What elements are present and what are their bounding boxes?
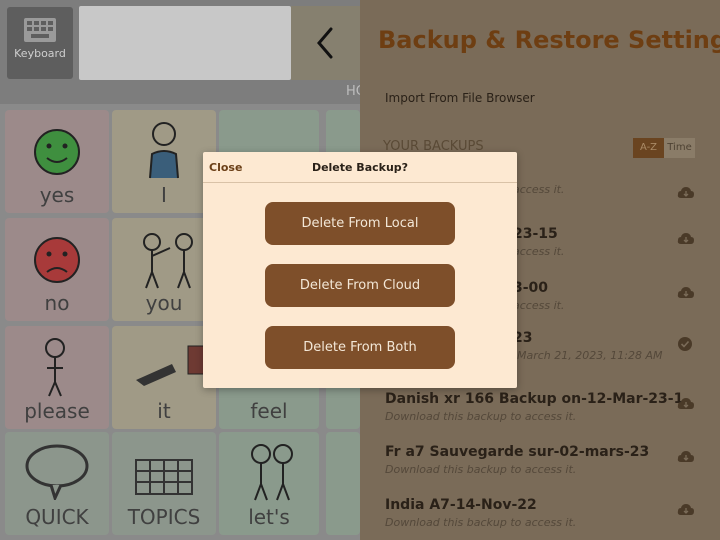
- cell-label: feel: [250, 399, 288, 423]
- hand-pointing-icon: [136, 345, 211, 386]
- cell-label: I: [161, 183, 167, 207]
- topics-grid-icon: [135, 459, 193, 495]
- backup-item[interactable]: Fr a7 Sauvegarde sur-02-mars-23 Download…: [385, 444, 705, 494]
- cell-lets[interactable]: let's: [219, 432, 319, 535]
- cell-label: no: [44, 291, 70, 315]
- cell-topics[interactable]: TOPICS: [112, 432, 216, 535]
- backup-name: India A7-14-Nov-22: [385, 497, 537, 513]
- keyboard-button[interactable]: Keyboard: [7, 7, 73, 79]
- sort-az-button[interactable]: A-Z: [633, 138, 664, 158]
- person-please-icon: [45, 338, 65, 397]
- dialog-header: Close Delete Backup?: [203, 152, 517, 183]
- cloud-download-icon[interactable]: [677, 450, 695, 464]
- cell-please[interactable]: please: [5, 326, 109, 429]
- speech-bubble-icon: [25, 444, 89, 500]
- cell-quick[interactable]: QUICK: [5, 432, 109, 535]
- cloud-download-icon[interactable]: [677, 232, 695, 246]
- backup-name: Danish xr 166 Backup on-12-Mar-23-1: [385, 391, 684, 407]
- backup-name: Fr a7 Sauvegarde sur-02-mars-23: [385, 444, 650, 460]
- backup-item[interactable]: India A7-14-Nov-22 Download this backup …: [385, 497, 705, 540]
- person-pointing-self-icon: [149, 122, 179, 179]
- page-title: Backup & Restore Settings: [378, 26, 720, 54]
- cell-it[interactable]: it: [112, 326, 216, 429]
- cell-yes[interactable]: yes: [5, 110, 109, 213]
- keyboard-label: Keyboard: [14, 47, 66, 60]
- back-button[interactable]: [291, 6, 360, 80]
- dialog-title: Delete Backup?: [311, 161, 409, 174]
- cloud-download-icon[interactable]: [677, 286, 695, 300]
- cell-i[interactable]: I: [112, 110, 216, 213]
- smiley-face-icon: [34, 129, 80, 175]
- message-bar[interactable]: [79, 6, 291, 80]
- backup-subtitle: Download this backup to access it.: [385, 463, 577, 476]
- cell-label: QUICK: [25, 505, 89, 529]
- backup-subtitle: Download this backup to access it.: [385, 516, 577, 529]
- cell-label: let's: [248, 505, 290, 529]
- cloud-download-icon[interactable]: [677, 397, 695, 411]
- backup-item[interactable]: Danish xr 166 Backup on-12-Mar-23-1 Down…: [385, 391, 705, 441]
- home-label: HO: [346, 84, 360, 99]
- sort-time-button[interactable]: Time: [664, 138, 695, 158]
- sort-toggle: A-Z Time: [633, 138, 695, 158]
- chevron-left-icon: [317, 27, 333, 59]
- delete-from-cloud-button[interactable]: Delete From Cloud: [265, 264, 455, 307]
- cell-you[interactable]: you: [112, 218, 216, 321]
- cell-no[interactable]: no: [5, 218, 109, 321]
- cell-label: yes: [39, 183, 75, 207]
- cell-partial-3[interactable]: [326, 432, 360, 535]
- top-bar: Keyboard HO: [0, 0, 360, 104]
- people-pointing-icon: [143, 233, 193, 289]
- delete-from-local-button[interactable]: Delete From Local: [265, 202, 455, 245]
- cloud-download-icon[interactable]: [677, 186, 695, 200]
- two-people-icon: [251, 444, 293, 501]
- cell-label: you: [145, 291, 183, 315]
- backup-subtitle: Download this backup to access it.: [385, 410, 577, 423]
- sad-face-icon: [34, 237, 80, 283]
- delete-backup-dialog: Close Delete Backup? Delete From Local D…: [203, 152, 517, 388]
- keyboard-icon: [24, 18, 56, 42]
- cell-label: TOPICS: [127, 505, 201, 529]
- delete-from-both-button[interactable]: Delete From Both: [265, 326, 455, 369]
- check-circle-icon: [678, 337, 692, 351]
- cell-label: it: [157, 399, 171, 423]
- cloud-download-icon[interactable]: [677, 503, 695, 517]
- cell-label: please: [24, 399, 90, 423]
- import-from-file-browser-link[interactable]: Import From File Browser: [385, 91, 535, 105]
